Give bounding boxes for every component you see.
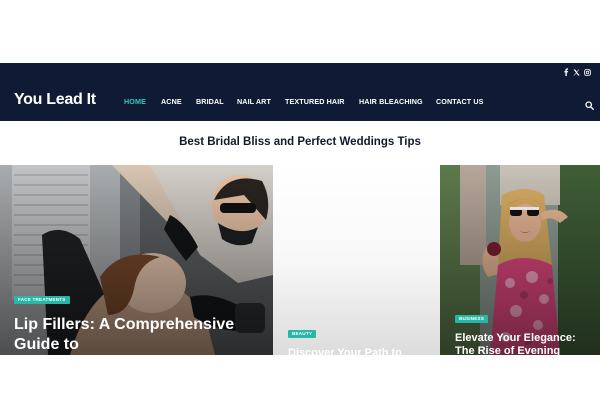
nav-item-nail-art[interactable]: NAIL ART: [237, 97, 271, 106]
section-heading: Best Bridal Bliss and Perfect Weddings T…: [179, 136, 421, 148]
article-card[interactable]: FACE TREATMENTS Lip Fillers: A Comprehen…: [0, 165, 273, 355]
nav-item-home[interactable]: HOME: [124, 97, 146, 106]
search-icon[interactable]: [585, 97, 594, 115]
facebook-icon[interactable]: [563, 63, 569, 81]
nav-item-bridal[interactable]: BRIDAL: [196, 97, 224, 106]
instagram-icon[interactable]: [584, 63, 591, 81]
article-title[interactable]: Lip Fillers: A Comprehensive Guide to: [14, 315, 254, 354]
nav-item-acne[interactable]: ACNE: [161, 97, 182, 106]
category-badge[interactable]: FACE TREATMENTS: [14, 296, 70, 304]
category-badge[interactable]: BEAUTY: [288, 330, 317, 338]
nav-item-textured-hair[interactable]: TEXTURED HAIR: [285, 97, 345, 106]
top-bar: [0, 63, 600, 81]
card-image-elevate-elegance: [440, 165, 600, 355]
article-title[interactable]: Elevate Your Elegance: The Rise of Eveni…: [455, 332, 595, 355]
article-card[interactable]: BEAUTY Discover Your Path to: [273, 165, 440, 355]
article-title[interactable]: Discover Your Path to: [288, 347, 438, 355]
site-logo[interactable]: You Lead It: [14, 91, 96, 109]
main-navbar: You Lead It HOME ACNE BRIDAL NAIL ART TE…: [0, 81, 600, 121]
category-badge[interactable]: BUSINESS: [455, 315, 489, 323]
nav-item-hair-bleaching[interactable]: HAIR BLEACHING: [359, 97, 423, 106]
x-icon[interactable]: [573, 63, 580, 81]
nav-item-contact-us[interactable]: CONTACT US: [436, 97, 484, 106]
card-image-beauty: [273, 165, 440, 355]
article-card[interactable]: BUSINESS Elevate Your Elegance: The Rise…: [440, 165, 600, 355]
page-bottom-whitespace: [0, 355, 600, 409]
